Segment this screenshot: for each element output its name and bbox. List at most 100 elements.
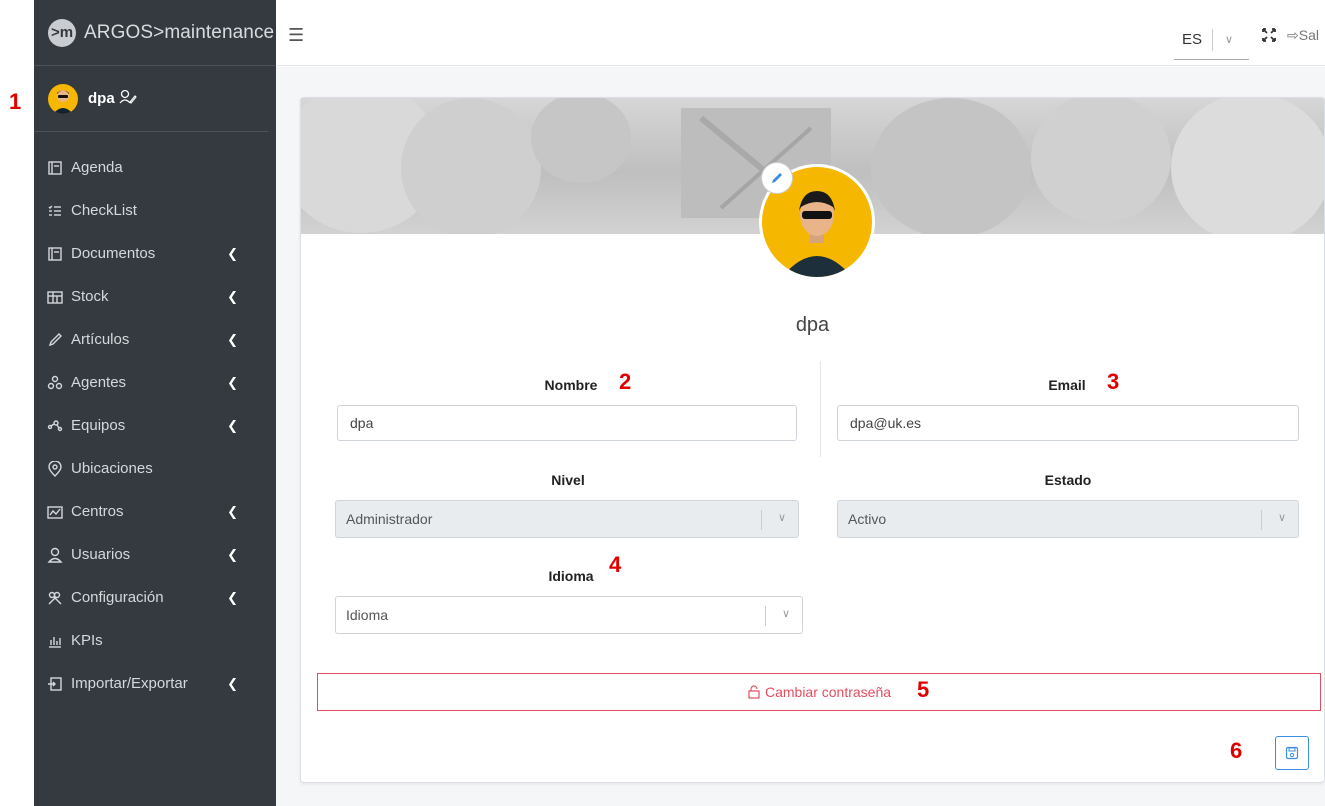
- sidebar-item-label: Ubicaciones: [71, 460, 153, 477]
- logout-icon: ⇨: [1287, 27, 1299, 43]
- change-password-label: Cambiar contraseña: [764, 684, 892, 700]
- separator: [1212, 28, 1214, 51]
- document-icon: [46, 245, 64, 263]
- tools-icon: [46, 589, 64, 607]
- divider: [820, 361, 821, 457]
- chevron-left-icon: ❮: [227, 245, 238, 261]
- pencil-icon: [46, 331, 64, 349]
- chevron-left-icon: ❮: [227, 374, 238, 390]
- avatar: [48, 83, 78, 114]
- idioma-select[interactable]: Idioma ∨: [335, 596, 803, 634]
- sidebar-item-agenda[interactable]: Agenda: [34, 146, 276, 189]
- lock-icon: [748, 685, 760, 699]
- import-icon: [46, 675, 64, 693]
- logout-label: Sal: [1298, 27, 1319, 43]
- sidebar-item-stock[interactable]: Stock ❮: [34, 275, 276, 318]
- sidebar-item-label: Stock: [71, 288, 109, 305]
- save-button[interactable]: [1275, 736, 1309, 770]
- calendar-icon: [46, 159, 64, 177]
- separator: [765, 606, 766, 626]
- sidebar-item-checklist[interactable]: CheckList: [34, 189, 276, 232]
- user-edit-icon[interactable]: [119, 89, 137, 109]
- agents-icon: [46, 374, 64, 392]
- main-content: dpa Nombre dpa Email dpa@uk.es Nivel Adm…: [276, 67, 1325, 806]
- app-title: ARGOS>maintenance: [84, 21, 275, 43]
- chevron-down-icon: ∨: [781, 608, 790, 620]
- annotation-3: 3: [1107, 369, 1120, 394]
- app-root: >m ARGOS>maintenance dpa Agenda CheckLis…: [0, 0, 1325, 806]
- stock-icon: [46, 288, 64, 306]
- email-input[interactable]: dpa@uk.es: [837, 405, 1299, 441]
- chevron-down-icon: ∨: [777, 512, 786, 524]
- chevron-left-icon: ❮: [227, 288, 238, 304]
- sidebar-item-ubicaciones[interactable]: Ubicaciones: [34, 447, 276, 490]
- sidebar-item-label: Documentos: [71, 245, 156, 262]
- chevron-left-icon: ❮: [227, 589, 238, 605]
- chart-icon: [46, 632, 64, 650]
- chevron-left-icon: ❮: [227, 331, 238, 347]
- sidebar-item-importar-exportar[interactable]: Importar/Exportar ❮: [34, 662, 276, 705]
- change-password-button[interactable]: Cambiar contraseña: [317, 673, 1321, 711]
- centers-icon: [46, 503, 64, 521]
- sidebar-item-label: Centros: [71, 503, 124, 520]
- chevron-down-icon: ∨: [1277, 512, 1286, 524]
- chevron-left-icon: ❮: [227, 417, 238, 433]
- profile-card: dpa Nombre dpa Email dpa@uk.es Nivel Adm…: [300, 97, 1325, 783]
- language-select[interactable]: ES ∨: [1174, 20, 1249, 60]
- save-icon: [1285, 746, 1299, 760]
- profile-name: dpa: [795, 314, 830, 336]
- menu-icon[interactable]: ☰: [288, 25, 304, 46]
- nombre-input[interactable]: dpa: [337, 405, 797, 441]
- chevron-left-icon: ❮: [227, 503, 238, 519]
- separator: [761, 510, 762, 530]
- nivel-value: Administrador: [346, 511, 433, 527]
- sidebar-username: dpa: [88, 90, 115, 107]
- idioma-label: Idioma: [548, 568, 594, 584]
- sidebar-item-label: Usuarios: [71, 546, 131, 563]
- email-label: Email: [1048, 377, 1086, 393]
- sidebar-item-documentos[interactable]: Documentos ❮: [34, 232, 276, 275]
- user-icon: [46, 546, 64, 564]
- sidebar-item-label: Equipos: [71, 417, 126, 434]
- chevron-left-icon: ❮: [227, 546, 238, 562]
- sidebar: >m ARGOS>maintenance dpa Agenda CheckLis…: [34, 0, 276, 806]
- sidebar-item-usuarios[interactable]: Usuarios ❮: [34, 533, 276, 576]
- sidebar-item-label: Configuración: [71, 589, 164, 606]
- chevron-left-icon: ❮: [227, 675, 238, 691]
- edit-avatar-button[interactable]: [761, 162, 793, 194]
- logout-button[interactable]: ⇨Sal: [1287, 27, 1319, 44]
- sidebar-item-articulos[interactable]: Artículos ❮: [34, 318, 276, 361]
- sidebar-item-agentes[interactable]: Agentes ❮: [34, 361, 276, 404]
- annotation-6: 6: [1230, 738, 1243, 763]
- sidebar-item-label: Agenda: [71, 159, 123, 176]
- sidebar-item-configuracion[interactable]: Configuración ❮: [34, 576, 276, 619]
- estado-value: Activo: [848, 511, 887, 527]
- annotation-4: 4: [609, 552, 622, 577]
- sidebar-user[interactable]: dpa: [34, 66, 268, 132]
- nivel-label: Nivel: [551, 472, 585, 488]
- chevron-down-icon: ∨: [1225, 34, 1234, 46]
- estado-select: Activo ∨: [837, 500, 1299, 538]
- pencil-icon: [772, 173, 782, 183]
- idioma-placeholder: Idioma: [346, 607, 389, 623]
- sidebar-item-label: Agentes: [71, 374, 127, 391]
- annotation-1: 1: [9, 89, 22, 114]
- fullscreen-icon[interactable]: [1262, 28, 1276, 42]
- estado-label: Estado: [1044, 472, 1092, 488]
- sidebar-item-label: KPIs: [71, 632, 103, 649]
- sidebar-item-centros[interactable]: Centros ❮: [34, 490, 276, 533]
- language-value: ES: [1182, 31, 1203, 48]
- sidebar-item-equipos[interactable]: Equipos ❮: [34, 404, 276, 447]
- sidebar-item-label: CheckList: [71, 202, 137, 219]
- topbar: ☰ ES ∨ ⇨Sal: [276, 0, 1325, 66]
- brand[interactable]: >m ARGOS>maintenance: [34, 0, 276, 66]
- nivel-select: Administrador ∨: [335, 500, 799, 538]
- location-icon: [46, 460, 64, 478]
- sidebar-item-label: Importar/Exportar: [71, 675, 188, 692]
- annotation-2: 2: [619, 369, 632, 394]
- equipment-icon: [46, 417, 64, 435]
- sidebar-item-kpis[interactable]: KPIs: [34, 619, 276, 662]
- nombre-label: Nombre: [544, 377, 598, 393]
- separator: [1261, 510, 1262, 530]
- checklist-icon: [46, 202, 64, 220]
